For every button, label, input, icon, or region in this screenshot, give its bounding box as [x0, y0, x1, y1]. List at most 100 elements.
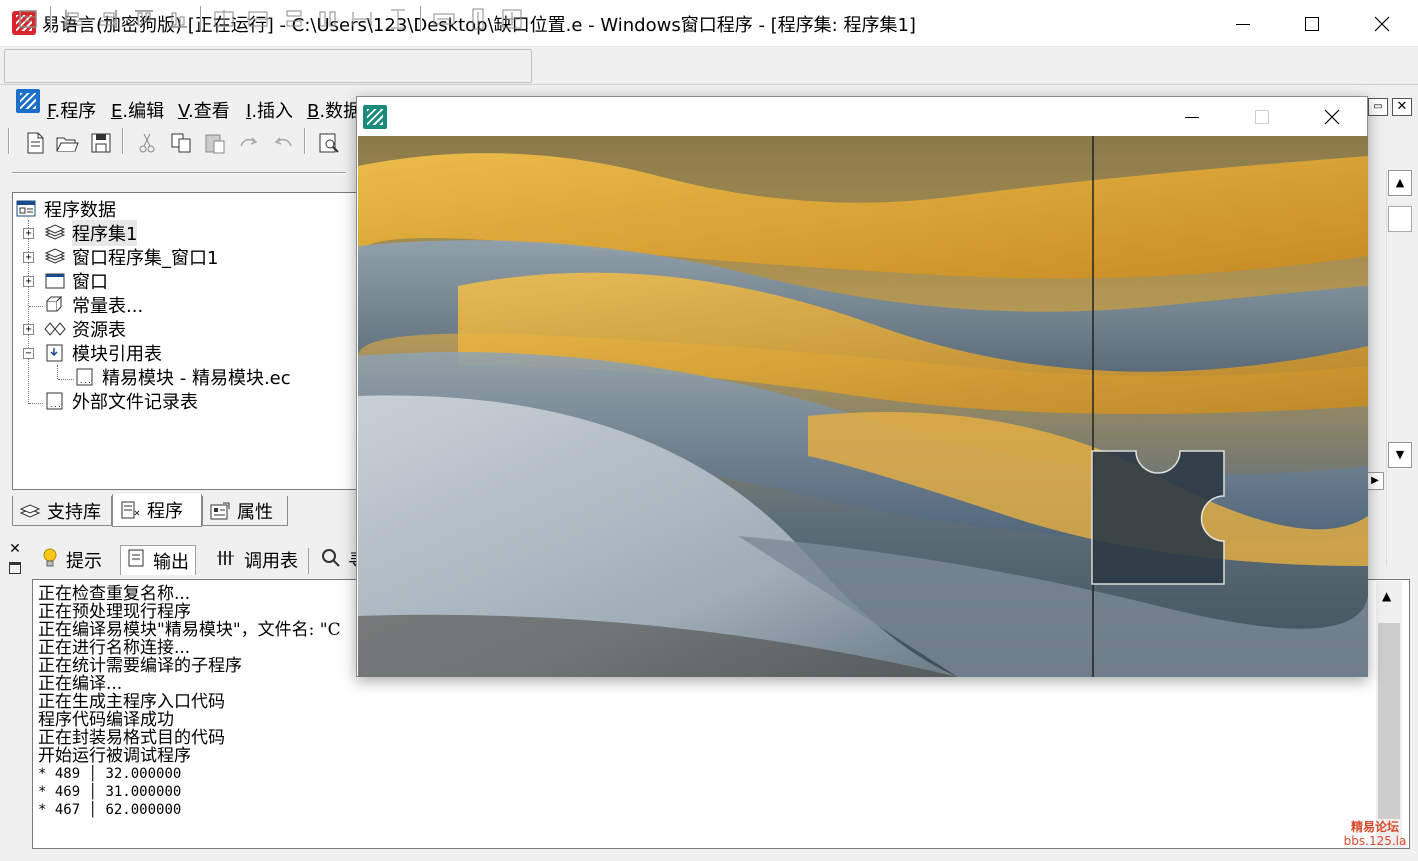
menu-view[interactable]: V.查看 — [178, 97, 230, 123]
save-icon[interactable] — [88, 130, 114, 156]
tree-item-resources[interactable]: 资源表 — [44, 317, 126, 341]
tree-line — [29, 403, 43, 404]
new-file-icon[interactable] — [22, 130, 48, 156]
align-bottom-icon[interactable] — [166, 7, 190, 31]
close-panel-icon[interactable]: ✕ — [6, 542, 24, 556]
toolbar-separator — [122, 128, 124, 154]
panel-splitter[interactable] — [12, 172, 346, 174]
tree-item-label: 窗口 — [72, 272, 108, 293]
close-button[interactable] — [1347, 0, 1417, 47]
scroll-up-icon[interactable]: ▲ — [1382, 589, 1391, 603]
output-line: 正在预处理现行程序 — [38, 602, 191, 622]
stretch-width-icon[interactable] — [432, 7, 456, 31]
expand-icon[interactable]: + — [23, 324, 34, 335]
popup-maximize-button[interactable] — [1227, 97, 1297, 136]
expand-icon[interactable]: + — [23, 252, 34, 263]
debug-id: 489 — [54, 766, 81, 782]
lightbulb-icon — [42, 547, 58, 574]
menu-data[interactable]: B.数据 — [307, 97, 361, 123]
file-icon: ... — [74, 367, 96, 387]
cut-icon[interactable] — [134, 130, 160, 156]
tree-line — [58, 379, 74, 380]
tree-item-module-refs[interactable]: 模块引用表 — [44, 341, 162, 365]
open-folder-icon[interactable] — [54, 130, 80, 156]
tab-call-table[interactable]: 调用表 — [210, 545, 304, 575]
editor-vscroll[interactable]: ▲ ▼ — [1386, 170, 1412, 566]
menu-view-key: V — [178, 101, 188, 122]
debug-value: 62.000000 — [105, 802, 182, 818]
scroll-right-icon[interactable]: ▶ — [1366, 472, 1384, 490]
module-icon — [44, 223, 66, 243]
menu-view-label: .查看 — [188, 101, 230, 122]
tab-support-library[interactable]: 支持库 — [12, 496, 112, 526]
tree-item-assembly1[interactable]: 程序集1 — [44, 220, 138, 246]
output-scrollbar[interactable]: ▲ — [1376, 581, 1402, 847]
tree-line — [57, 365, 58, 379]
minimize-button[interactable] — [1208, 0, 1278, 47]
align-grid-icon[interactable] — [16, 7, 40, 31]
document-menu-icon[interactable] — [16, 89, 40, 113]
tab-output[interactable]: 输出 — [120, 545, 196, 575]
tab-label: 输出 — [153, 551, 189, 573]
tree-item-window-assembly[interactable]: 窗口程序集_窗口1 — [44, 245, 218, 269]
debug-id: 469 — [54, 784, 81, 800]
running-program-window — [356, 96, 1368, 677]
tab-label: 调用表 — [244, 551, 298, 572]
copy-icon[interactable] — [168, 130, 194, 156]
tab-properties[interactable]: 属性 — [202, 496, 288, 526]
tree-item-external-files[interactable]: ... 外部文件记录表 — [44, 389, 198, 413]
popup-minimize-button[interactable] — [1157, 97, 1227, 136]
center-vertical-icon[interactable] — [246, 7, 270, 31]
tab-program[interactable]: 程序 — [112, 494, 202, 527]
paste-icon[interactable] — [202, 130, 228, 156]
align-right-icon[interactable] — [96, 7, 120, 31]
tree-item-window[interactable]: 窗口 — [44, 269, 108, 293]
expand-icon[interactable]: + — [23, 228, 34, 239]
tree-item-label: 资源表 — [72, 320, 126, 341]
redo-icon[interactable] — [236, 130, 262, 156]
tree-item-constants[interactable]: 常量表... — [44, 293, 143, 317]
expand-icon[interactable]: + — [23, 276, 34, 287]
same-height-icon[interactable] — [316, 7, 340, 31]
tree-item-jingyi-module[interactable]: ... 精易模块 - 精易模块.ec — [74, 365, 291, 389]
slider-captcha-image[interactable] — [358, 136, 1368, 677]
scroll-up-icon[interactable]: ▲ — [1388, 170, 1412, 196]
undo-icon[interactable] — [270, 130, 296, 156]
toolbar-separator — [304, 128, 306, 154]
popup-close-button[interactable] — [1297, 97, 1367, 136]
find-icon[interactable] — [316, 130, 342, 156]
tree-item-label: 窗口程序集_窗口1 — [72, 248, 219, 269]
menu-file[interactable]: F.程序 — [47, 97, 96, 123]
mdi-restore-icon[interactable]: ▭ — [1368, 98, 1388, 116]
center-horizontal-icon[interactable] — [212, 7, 236, 31]
scrollbar-thumb[interactable] — [1388, 206, 1412, 232]
tree-root[interactable]: 程序数据 — [16, 197, 116, 221]
scrollbar-thumb[interactable] — [1378, 623, 1400, 819]
maximize-button[interactable] — [1277, 0, 1347, 47]
tree-root-label: 程序数据 — [44, 200, 116, 221]
collapse-icon[interactable]: − — [23, 348, 34, 359]
svg-text:...: ... — [49, 401, 62, 409]
stretch-height-icon[interactable] — [466, 7, 490, 31]
constants-icon — [44, 295, 66, 315]
menu-edit[interactable]: E.编辑 — [111, 97, 164, 123]
stretch-both-icon[interactable] — [500, 7, 524, 31]
mdi-close-icon[interactable]: ✕ — [1392, 98, 1412, 116]
align-top-icon[interactable] — [132, 7, 156, 31]
resources-icon — [44, 319, 66, 339]
tab-hint[interactable]: 提示 — [36, 545, 108, 575]
tab-label: 程序 — [147, 501, 183, 522]
space-vertical-icon[interactable] — [386, 7, 410, 31]
output-line: 程序代码编译成功 — [38, 710, 174, 730]
space-horizontal-icon[interactable] — [350, 7, 374, 31]
align-left-icon[interactable] — [62, 7, 86, 31]
menu-file-label: .程序 — [54, 101, 97, 122]
toolbar-grip — [8, 128, 10, 154]
same-width-icon[interactable] — [282, 7, 306, 31]
debug-value: 31.000000 — [105, 784, 182, 800]
scroll-down-icon[interactable]: ▼ — [1388, 442, 1412, 468]
file-icon: ... — [44, 391, 66, 411]
tab-label: 提示 — [66, 551, 102, 572]
menu-insert[interactable]: I.插入 — [246, 97, 293, 123]
restore-panel-icon[interactable] — [9, 562, 21, 574]
